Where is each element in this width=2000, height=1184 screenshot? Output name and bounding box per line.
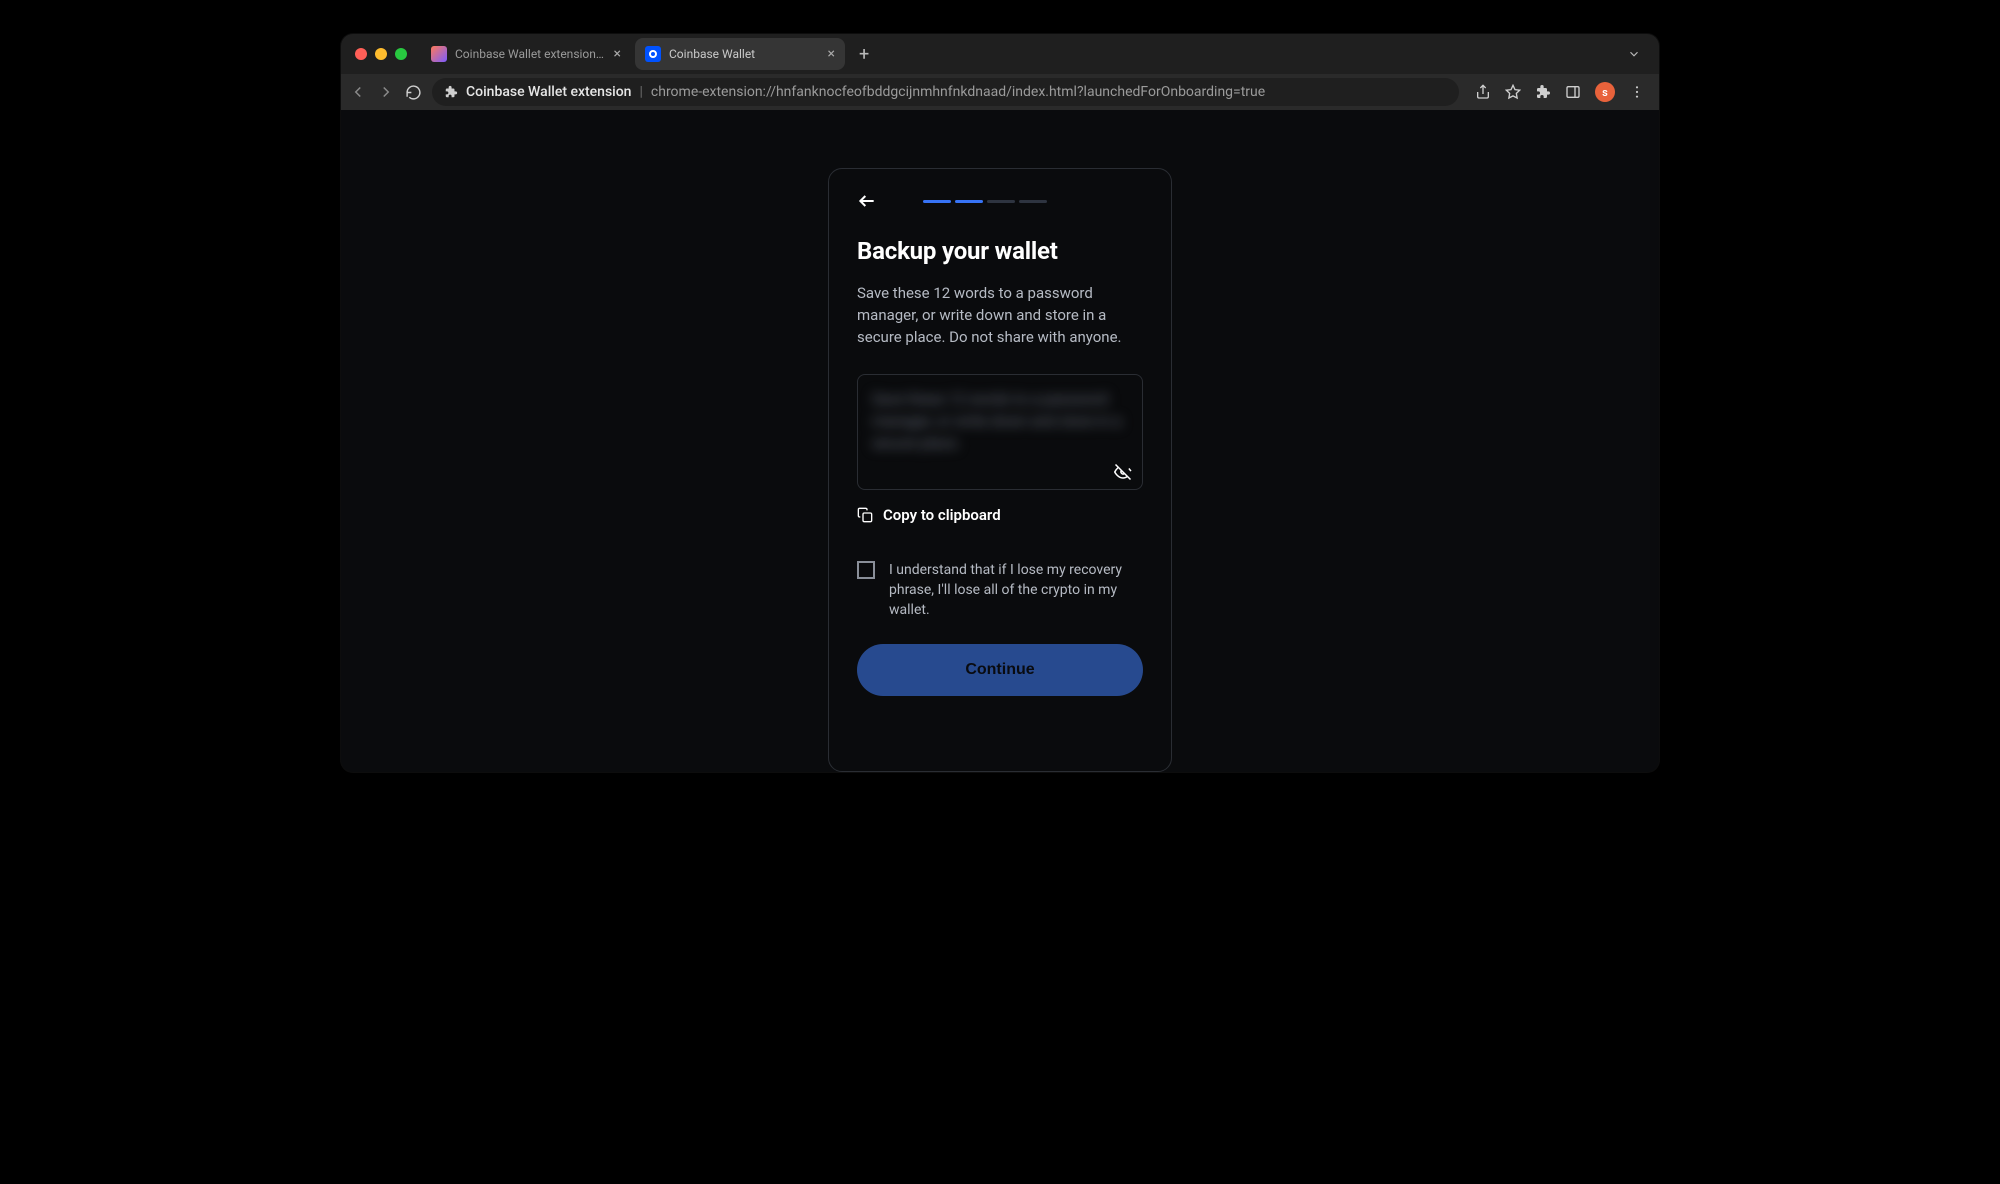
nav-forward-button[interactable]: [377, 83, 395, 101]
minimize-window-button[interactable]: [375, 48, 387, 60]
window-controls: [349, 48, 417, 60]
toolbar-right-icons: s: [1469, 82, 1651, 102]
acknowledgement-checkbox[interactable]: [857, 561, 875, 579]
progress-step-3: [987, 200, 1015, 203]
card-description: Save these 12 words to a password manage…: [857, 283, 1143, 348]
tab-close-button[interactable]: ×: [614, 46, 621, 62]
address-label: Coinbase Wallet extension: [466, 84, 631, 100]
card-header: [857, 191, 1143, 211]
tab-list-chevron-icon[interactable]: [1617, 47, 1651, 61]
browser-toolbar: Coinbase Wallet extension | chrome-exten…: [341, 74, 1659, 110]
favicon-icon: [645, 46, 661, 62]
continue-label: Continue: [965, 661, 1034, 678]
tab-bar: Coinbase Wallet extension - Ch × Coinbas…: [341, 34, 1659, 74]
favicon-icon: [431, 46, 447, 62]
copy-to-clipboard-button[interactable]: Copy to clipboard: [857, 506, 1143, 524]
acknowledgement-text: I understand that if I lose my recovery …: [889, 560, 1143, 621]
address-bar[interactable]: Coinbase Wallet extension | chrome-exten…: [432, 78, 1459, 106]
tab-close-button[interactable]: ×: [828, 46, 835, 62]
seed-phrase-box: Save these 12 words to a password manage…: [857, 374, 1143, 489]
panel-icon[interactable]: [1565, 84, 1581, 100]
extension-icon: [444, 85, 458, 99]
profile-avatar[interactable]: s: [1595, 82, 1615, 102]
star-icon[interactable]: [1505, 84, 1521, 100]
browser-window: Coinbase Wallet extension - Ch × Coinbas…: [341, 34, 1659, 772]
backup-wallet-card: Backup your wallet Save these 12 words t…: [828, 168, 1172, 772]
share-icon[interactable]: [1475, 84, 1491, 100]
address-url: chrome-extension://hnfanknocfeofbddgcijn…: [651, 84, 1265, 100]
avatar-initial: s: [1602, 86, 1608, 99]
tab-coinbase-wallet-extension[interactable]: Coinbase Wallet extension - Ch ×: [421, 38, 631, 70]
acknowledgement-row: I understand that if I lose my recovery …: [857, 560, 1143, 621]
back-button[interactable]: [857, 191, 877, 211]
progress-step-2: [955, 200, 983, 203]
copy-label: Copy to clipboard: [883, 506, 1001, 524]
progress-step-1: [923, 200, 951, 203]
card-title: Backup your wallet: [857, 237, 1143, 265]
progress-step-4: [1019, 200, 1047, 203]
nav-back-button[interactable]: [349, 83, 367, 101]
tab-title: Coinbase Wallet extension - Ch: [455, 47, 606, 61]
continue-button[interactable]: Continue: [857, 644, 1143, 696]
reveal-toggle-button[interactable]: [1114, 463, 1132, 481]
page-content: Backup your wallet Save these 12 words t…: [341, 110, 1659, 772]
reload-button[interactable]: [405, 84, 422, 101]
extensions-icon[interactable]: [1535, 84, 1551, 100]
new-tab-button[interactable]: +: [849, 44, 879, 65]
tab-title: Coinbase Wallet: [669, 47, 820, 61]
seed-phrase-blurred: Save these 12 words to a password manage…: [872, 389, 1128, 454]
progress-indicator: [923, 200, 1047, 203]
close-window-button[interactable]: [355, 48, 367, 60]
copy-icon: [857, 507, 873, 523]
tab-coinbase-wallet[interactable]: Coinbase Wallet ×: [635, 38, 845, 70]
address-separator: |: [639, 84, 642, 100]
maximize-window-button[interactable]: [395, 48, 407, 60]
kebab-menu-icon[interactable]: [1629, 84, 1645, 100]
